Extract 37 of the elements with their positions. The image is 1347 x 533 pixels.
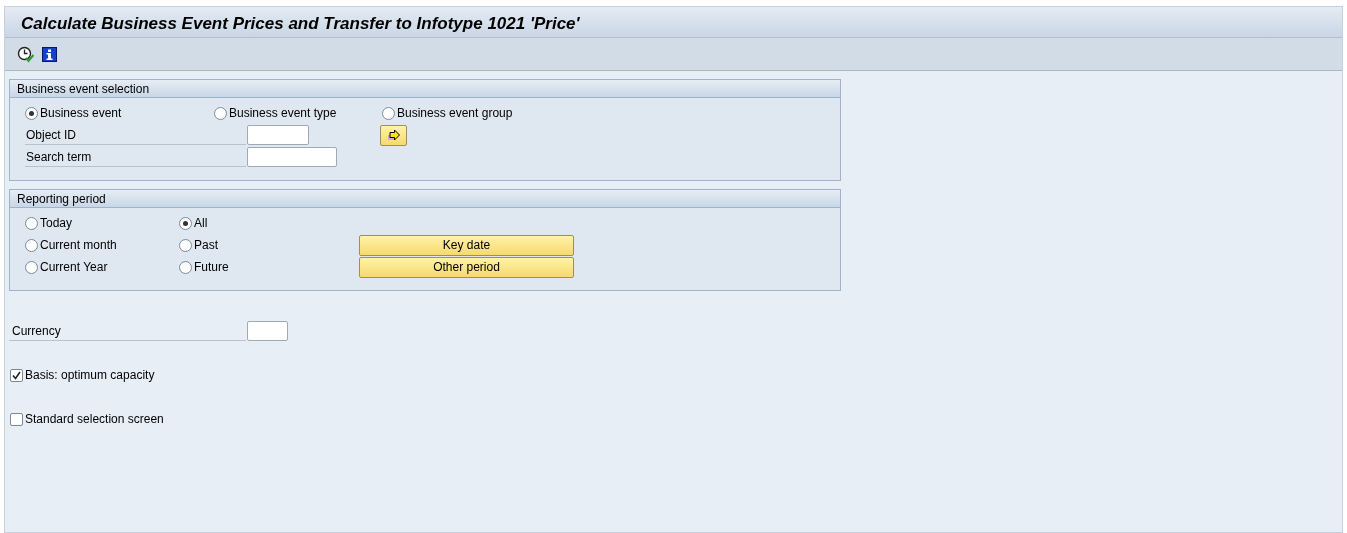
radio-button[interactable] bbox=[25, 106, 38, 120]
radio-button[interactable] bbox=[179, 216, 192, 230]
radio-button[interactable] bbox=[25, 216, 38, 230]
arrow-button[interactable] bbox=[380, 124, 407, 146]
period-button[interactable]: Key date bbox=[359, 234, 574, 256]
group-title: Business event selection bbox=[10, 80, 840, 98]
period-button[interactable]: Other period bbox=[359, 256, 574, 278]
radio-button[interactable] bbox=[25, 260, 38, 274]
checkbox-label[interactable]: Standard selection screen bbox=[25, 410, 164, 428]
radio-button[interactable] bbox=[179, 238, 192, 252]
radio-button[interactable] bbox=[214, 106, 227, 120]
checkbox-label[interactable]: Basis: optimum capacity bbox=[25, 366, 155, 384]
checkbox[interactable] bbox=[10, 368, 23, 382]
checkbox[interactable] bbox=[10, 412, 23, 426]
group-title: Reporting period bbox=[10, 190, 840, 208]
arrow-icon bbox=[386, 129, 401, 141]
window-title: Calculate Business Event Prices and Transfer to Infotype 1021 'Price' bbox=[5, 7, 1342, 38]
radio-label[interactable]: Today bbox=[40, 214, 73, 232]
radio-label[interactable]: All bbox=[194, 214, 208, 232]
radio-label[interactable]: Business event bbox=[40, 104, 122, 122]
radio-button[interactable] bbox=[382, 106, 395, 120]
radio-label[interactable]: Future bbox=[194, 258, 229, 276]
radio-label[interactable]: Current month bbox=[40, 236, 117, 254]
info-icon[interactable] bbox=[42, 46, 57, 62]
input-field[interactable] bbox=[247, 147, 337, 167]
input-field[interactable] bbox=[247, 125, 309, 145]
field-label: Object ID bbox=[25, 125, 246, 145]
radio-label[interactable]: Past bbox=[194, 236, 218, 254]
radio-label[interactable]: Business event type bbox=[229, 104, 337, 122]
radio-label[interactable]: Business event group bbox=[397, 104, 513, 122]
radio-button[interactable] bbox=[25, 238, 38, 252]
field-label: Currency bbox=[9, 321, 246, 341]
radio-button[interactable] bbox=[179, 260, 192, 274]
clock-check-icon[interactable] bbox=[17, 45, 34, 63]
field-label: Search term bbox=[25, 147, 246, 167]
input-field[interactable] bbox=[247, 321, 288, 341]
radio-label[interactable]: Current Year bbox=[40, 258, 108, 276]
